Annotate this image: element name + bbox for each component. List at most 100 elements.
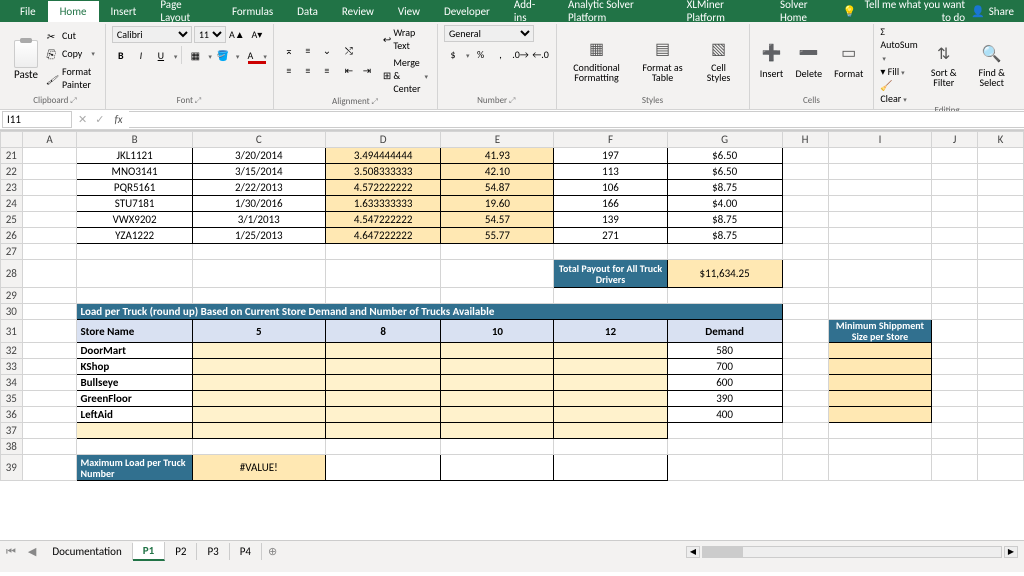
cell[interactable] bbox=[782, 455, 828, 481]
cell[interactable] bbox=[77, 260, 192, 288]
cell[interactable] bbox=[325, 407, 441, 423]
cell[interactable] bbox=[977, 391, 1023, 407]
cell[interactable] bbox=[22, 423, 77, 439]
autosum-button[interactable]: Σ AutoSum bbox=[880, 25, 917, 64]
cell[interactable] bbox=[828, 212, 932, 228]
cell[interactable] bbox=[828, 407, 932, 423]
border-button[interactable]: ▦ bbox=[186, 46, 204, 64]
increase-font-button[interactable]: A▲ bbox=[228, 25, 246, 43]
cell[interactable] bbox=[828, 439, 932, 455]
cell[interactable] bbox=[828, 423, 932, 439]
store-name-header[interactable]: Store Name bbox=[77, 320, 192, 343]
copy-button[interactable]: Copy bbox=[44, 45, 99, 62]
cell[interactable]: 55.77 bbox=[441, 228, 554, 244]
cell[interactable] bbox=[828, 375, 932, 391]
cell[interactable] bbox=[441, 391, 554, 407]
cell[interactable] bbox=[667, 423, 782, 439]
row-header[interactable]: 21 bbox=[1, 148, 23, 164]
fx-icon[interactable]: fx bbox=[108, 113, 128, 126]
cell[interactable] bbox=[977, 439, 1023, 455]
number-format-select[interactable]: General bbox=[444, 25, 534, 42]
cell[interactable] bbox=[22, 260, 77, 288]
cell[interactable] bbox=[828, 244, 932, 260]
cell[interactable]: 271 bbox=[554, 228, 667, 244]
cell[interactable] bbox=[325, 455, 441, 481]
cell[interactable] bbox=[932, 212, 978, 228]
tab-data[interactable]: Data bbox=[285, 1, 330, 22]
cell[interactable] bbox=[554, 439, 667, 455]
font-size-select[interactable]: 11 bbox=[194, 26, 226, 43]
cell[interactable] bbox=[828, 148, 932, 164]
cell[interactable] bbox=[828, 196, 932, 212]
cell[interactable]: 54.57 bbox=[441, 212, 554, 228]
cell[interactable] bbox=[192, 375, 325, 391]
merge-center-button[interactable]: ⊞Merge & Center bbox=[380, 55, 431, 96]
align-bottom[interactable]: ⌄ bbox=[318, 42, 336, 60]
formula-input[interactable] bbox=[129, 111, 1024, 128]
cell[interactable] bbox=[782, 288, 828, 304]
cell[interactable] bbox=[782, 244, 828, 260]
sheet-tab-documentation[interactable]: Documentation bbox=[42, 543, 132, 560]
cell[interactable] bbox=[192, 343, 325, 359]
cell[interactable]: 1/25/2013 bbox=[192, 228, 325, 244]
cell[interactable] bbox=[932, 375, 978, 391]
cut-button[interactable]: Cut bbox=[44, 27, 99, 44]
orientation-button[interactable]: ⤭ bbox=[340, 42, 358, 60]
clear-button[interactable]: 🧹 Clear bbox=[880, 79, 917, 105]
payout-value[interactable]: $11,634.25 bbox=[667, 260, 782, 288]
bold-button[interactable]: B bbox=[112, 46, 130, 64]
row-header[interactable]: 25 bbox=[1, 212, 23, 228]
format-painter-button[interactable]: Format Painter bbox=[44, 63, 99, 93]
cell[interactable]: 3/15/2014 bbox=[192, 164, 325, 180]
cell[interactable] bbox=[977, 164, 1023, 180]
cell[interactable] bbox=[441, 244, 554, 260]
underline-button[interactable]: U bbox=[152, 46, 170, 64]
comma-button[interactable]: , bbox=[492, 45, 510, 63]
cell[interactable] bbox=[554, 343, 667, 359]
font-color-button[interactable]: A bbox=[241, 46, 259, 64]
cell[interactable] bbox=[667, 455, 782, 481]
cell[interactable] bbox=[932, 391, 978, 407]
cell[interactable] bbox=[932, 228, 978, 244]
cell[interactable] bbox=[441, 423, 554, 439]
cell[interactable] bbox=[77, 439, 192, 455]
tab-developer[interactable]: Developer bbox=[432, 1, 502, 22]
cell[interactable] bbox=[932, 439, 978, 455]
cell[interactable] bbox=[325, 391, 441, 407]
cell[interactable] bbox=[22, 228, 77, 244]
truck-col[interactable]: 10 bbox=[441, 320, 554, 343]
cell[interactable]: $8.75 bbox=[667, 212, 782, 228]
cell[interactable]: 2/22/2013 bbox=[192, 180, 325, 196]
cancel-fx-icon[interactable]: ✕ bbox=[74, 113, 91, 126]
cell[interactable] bbox=[932, 407, 978, 423]
format-as-table-button[interactable]: ▤Format as Table bbox=[635, 35, 691, 85]
cell[interactable]: $6.50 bbox=[667, 148, 782, 164]
paste-button[interactable]: Paste bbox=[12, 38, 40, 83]
enter-fx-icon[interactable]: ✓ bbox=[91, 113, 108, 126]
cell[interactable] bbox=[22, 343, 77, 359]
cell[interactable] bbox=[325, 343, 441, 359]
cell[interactable] bbox=[782, 423, 828, 439]
cell[interactable] bbox=[325, 288, 441, 304]
tab-review[interactable]: Review bbox=[330, 1, 386, 22]
font-name-select[interactable]: Calibri bbox=[112, 26, 192, 43]
tab-file[interactable]: File bbox=[8, 1, 48, 22]
demand-value[interactable]: 400 bbox=[667, 407, 782, 423]
italic-button[interactable]: I bbox=[132, 46, 150, 64]
cell[interactable] bbox=[192, 260, 325, 288]
cell[interactable] bbox=[782, 212, 828, 228]
cell[interactable] bbox=[782, 439, 828, 455]
cell[interactable] bbox=[828, 164, 932, 180]
cell[interactable] bbox=[782, 260, 828, 288]
cell[interactable] bbox=[977, 196, 1023, 212]
cell[interactable] bbox=[22, 304, 77, 320]
sheet-nav-prev[interactable]: ◀ bbox=[22, 543, 42, 560]
cell[interactable]: MNO3141 bbox=[77, 164, 192, 180]
hscroll-thumb[interactable] bbox=[703, 547, 743, 557]
add-sheet-button[interactable]: ⊕ bbox=[262, 543, 283, 560]
cell[interactable]: 41.93 bbox=[441, 148, 554, 164]
sort-filter-button[interactable]: ⇅Sort & Filter bbox=[922, 40, 966, 90]
cell[interactable] bbox=[977, 407, 1023, 423]
cell[interactable]: 139 bbox=[554, 212, 667, 228]
cell[interactable]: JKL1121 bbox=[77, 148, 192, 164]
